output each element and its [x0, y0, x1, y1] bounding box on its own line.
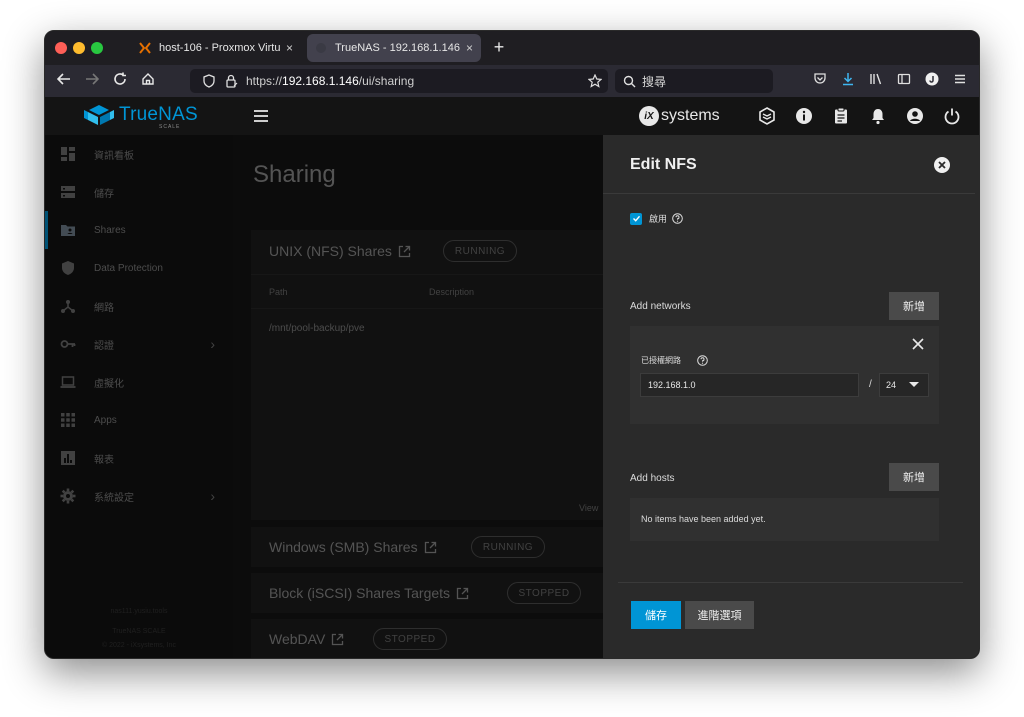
- nav-bar: https://192.168.1.146/ui/sharing 搜尋: [45, 65, 979, 97]
- close-window-icon[interactable]: [55, 42, 67, 54]
- add-networks-label: Add networks: [630, 301, 691, 312]
- info-icon[interactable]: [795, 107, 813, 130]
- modal-backdrop[interactable]: [45, 135, 603, 658]
- brand-name: TrueNAS: [119, 104, 198, 125]
- search-icon: [623, 75, 636, 87]
- search-bar[interactable]: 搜尋: [615, 69, 773, 93]
- panel-title: Edit NFS: [630, 156, 697, 173]
- truenas-logo-icon: [84, 105, 114, 125]
- add-network-button[interactable]: 新增: [889, 292, 939, 320]
- forward-icon[interactable]: [83, 72, 101, 90]
- tab-bar: host-106 - Proxmox Virtual Environment ×…: [45, 31, 979, 65]
- divider: [618, 582, 963, 583]
- browser-window: host-106 - Proxmox Virtual Environment ×…: [44, 30, 980, 659]
- account-circle-icon[interactable]: [906, 107, 924, 130]
- bell-icon[interactable]: [869, 107, 887, 130]
- network-address-input[interactable]: 192.168.1.0: [640, 373, 859, 397]
- network-field-label: 已授權網路: [641, 355, 708, 366]
- url-bar[interactable]: https://192.168.1.146/ui/sharing: [190, 69, 608, 93]
- url-path: /ui/sharing: [358, 74, 415, 88]
- power-icon[interactable]: [943, 107, 961, 130]
- search-placeholder: 搜尋: [642, 74, 667, 89]
- shield-icon[interactable]: [202, 74, 216, 88]
- netmask-value: 24: [886, 380, 897, 390]
- enabled-label: 啟用: [649, 214, 668, 224]
- hosts-empty-message: No items have been added yet.: [641, 514, 766, 524]
- account-avatar-icon[interactable]: [923, 72, 941, 90]
- divider: [603, 193, 975, 194]
- url-prefix: https://: [246, 74, 283, 88]
- advanced-options-button[interactable]: 進階選項: [685, 601, 754, 629]
- reload-icon[interactable]: [111, 72, 129, 90]
- ixsystems-logo: iX systems: [639, 106, 720, 126]
- enabled-checkbox[interactable]: [630, 212, 642, 225]
- tab-title: host-106 - Proxmox Virtual Environment: [159, 42, 280, 54]
- library-icon[interactable]: [867, 72, 885, 90]
- add-hosts-label: Add hosts: [630, 473, 675, 484]
- cidr-separator: /: [869, 379, 872, 390]
- save-button[interactable]: 儲存: [631, 601, 681, 629]
- download-icon[interactable]: [839, 72, 857, 90]
- maximize-window-icon[interactable]: [91, 42, 103, 54]
- close-panel-icon[interactable]: [934, 157, 950, 178]
- page-content: TrueNAS SCALE iX systems 資訊看板 儲存 Shares …: [45, 97, 979, 658]
- edit-nfs-panel: Edit NFS 啟用 Add networks 新增 已授權網路 192.16…: [603, 135, 979, 658]
- url-text: https://192.168.1.146/ui/sharing: [246, 74, 414, 88]
- lock-icon[interactable]: [224, 74, 238, 88]
- truenas-favicon-icon: [316, 43, 326, 53]
- brand-sub: SCALE: [159, 124, 181, 130]
- vendor-name: systems: [661, 107, 720, 124]
- ix-badge: iX: [639, 106, 659, 126]
- menu-icon[interactable]: [951, 72, 969, 90]
- bookmark-star-icon[interactable]: [588, 74, 602, 88]
- close-tab-icon[interactable]: ×: [286, 41, 293, 55]
- minimize-window-icon[interactable]: [73, 42, 85, 54]
- new-tab-button[interactable]: +: [489, 37, 509, 57]
- enabled-field: 啟用: [630, 212, 683, 225]
- chevron-down-icon: [909, 382, 919, 387]
- hosts-list: No items have been added yet.: [630, 498, 939, 541]
- help-icon[interactable]: [697, 355, 708, 366]
- add-host-button[interactable]: 新增: [889, 463, 939, 491]
- help-icon[interactable]: [672, 213, 683, 224]
- url-host: 192.168.1.146: [282, 74, 359, 88]
- remove-network-icon[interactable]: [912, 337, 924, 355]
- hamburger-menu-icon[interactable]: [253, 109, 269, 128]
- app-bar: TrueNAS SCALE iX systems: [45, 97, 979, 135]
- close-tab-icon[interactable]: ×: [466, 41, 473, 55]
- tab-title: TrueNAS - 192.168.1.146: [335, 42, 460, 54]
- truecommand-icon[interactable]: [758, 107, 776, 130]
- pocket-icon[interactable]: [811, 72, 829, 90]
- network-entry: 已授權網路 192.168.1.0 / 24: [630, 326, 939, 424]
- sidebar-toggle-icon[interactable]: [895, 72, 913, 90]
- home-icon[interactable]: [139, 72, 157, 90]
- tab-truenas[interactable]: TrueNAS - 192.168.1.146 ×: [307, 34, 481, 62]
- back-icon[interactable]: [55, 72, 73, 90]
- proxmox-icon: [139, 42, 151, 54]
- tab-proxmox[interactable]: host-106 - Proxmox Virtual Environment ×: [131, 34, 301, 62]
- truenas-logo[interactable]: TrueNAS SCALE: [83, 104, 198, 130]
- clipboard-icon[interactable]: [832, 107, 850, 130]
- authorized-network-label: 已授權網路: [641, 356, 681, 365]
- netmask-select[interactable]: 24: [879, 373, 929, 397]
